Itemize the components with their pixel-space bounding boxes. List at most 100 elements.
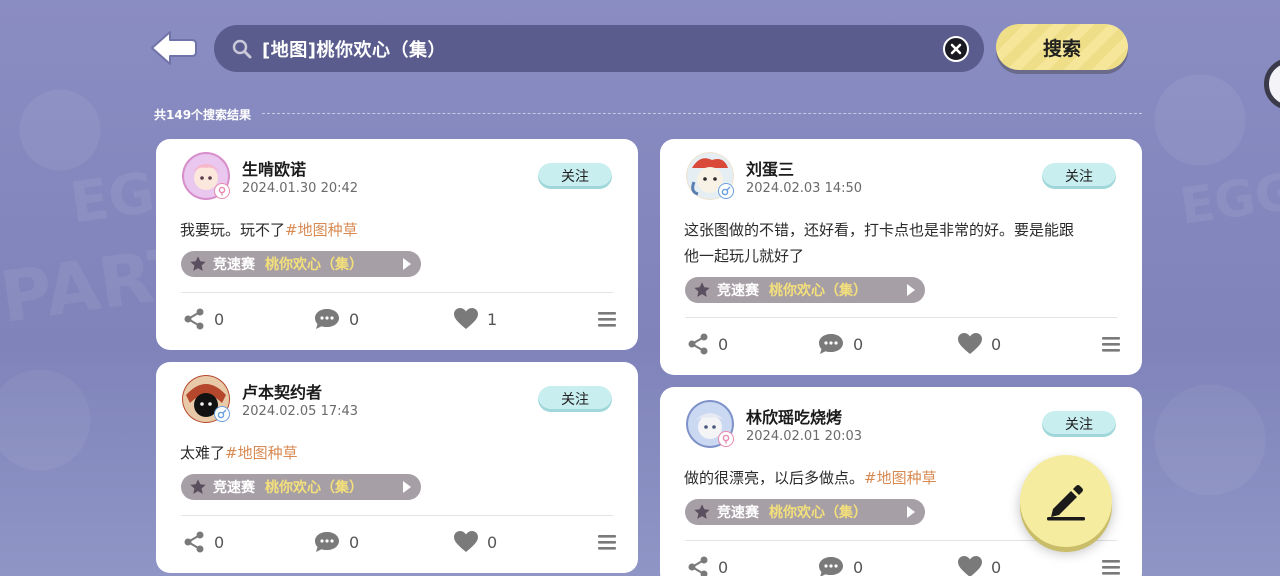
share-icon: [184, 308, 204, 330]
map-name: 桃你欢心（集）: [769, 283, 867, 299]
heart-icon: [958, 556, 982, 576]
share-button[interactable]: 0: [182, 530, 224, 554]
like-count: 0: [991, 334, 1002, 354]
like-button[interactable]: 0: [957, 332, 1001, 356]
share-button[interactable]: 0: [182, 307, 224, 331]
comment-count: 0: [349, 309, 360, 329]
star-icon: [190, 256, 206, 271]
menu-icon[interactable]: [1102, 337, 1120, 352]
post-card[interactable]: 生啃欧诺 2024.01.30 20:42 关注 我要玩。玩不了#地图种草 竞速…: [156, 139, 638, 350]
share-button[interactable]: 0: [686, 555, 728, 576]
gender-male-icon: [718, 183, 734, 199]
post-card[interactable]: 卢本契约者 2024.02.05 17:43 关注 太难了#地图种草 竞速赛 桃…: [156, 362, 638, 573]
post-time: 2024.02.05 17:43: [242, 404, 359, 419]
clear-search-button[interactable]: [943, 36, 969, 62]
like-button[interactable]: 0: [453, 530, 497, 554]
share-count: 0: [214, 309, 225, 329]
play-icon: [907, 284, 915, 296]
post-content: 太难了#地图种草: [180, 440, 620, 466]
map-mode: 竞速赛: [213, 257, 255, 273]
menu-icon[interactable]: [598, 312, 616, 327]
username[interactable]: 卢本契约者: [242, 379, 322, 403]
post-text: 这张图做的不错，还好看，打卡点也是非常的好。要是能跟: [684, 221, 1075, 239]
post-text: 太难了: [180, 444, 226, 462]
like-button[interactable]: 0: [957, 555, 1001, 576]
comment-count: 0: [853, 334, 864, 354]
menu-icon[interactable]: [1102, 560, 1120, 575]
comment-button[interactable]: 0: [313, 530, 359, 554]
map-link[interactable]: 竞速赛 桃你欢心（集）: [181, 251, 421, 277]
card-divider: [181, 292, 613, 293]
follow-button[interactable]: 关注: [538, 163, 612, 189]
heart-icon: [958, 333, 982, 354]
like-count: 0: [991, 557, 1002, 576]
comment-icon: [315, 309, 339, 329]
star-icon: [190, 479, 206, 494]
comment-icon: [819, 557, 843, 576]
comment-button[interactable]: 0: [313, 307, 359, 331]
map-name: 桃你欢心（集）: [265, 257, 363, 273]
clear-icon: [950, 43, 962, 55]
username[interactable]: 刘蛋三: [746, 156, 794, 180]
play-icon: [403, 481, 411, 493]
search-button[interactable]: 搜索: [996, 24, 1128, 70]
post-content: 这张图做的不错，还好看，打卡点也是非常的好。要是能跟 他一起玩儿就好了: [684, 217, 1124, 269]
menu-icon[interactable]: [598, 535, 616, 550]
comment-icon: [819, 334, 843, 354]
map-name: 桃你欢心（集）: [265, 480, 363, 496]
search-icon: [232, 39, 252, 59]
username[interactable]: 生啃欧诺: [242, 156, 306, 180]
play-icon: [907, 506, 915, 518]
map-link[interactable]: 竞速赛 桃你欢心（集）: [685, 499, 925, 525]
share-icon: [688, 556, 708, 576]
comment-count: 0: [853, 557, 864, 576]
heart-icon: [454, 531, 478, 552]
map-link[interactable]: 竞速赛 桃你欢心（集）: [685, 277, 925, 303]
follow-button[interactable]: 关注: [1042, 163, 1116, 189]
card-divider: [685, 317, 1117, 318]
edit-pencil-icon: [1047, 485, 1085, 521]
comment-icon: [315, 532, 339, 552]
map-link[interactable]: 竞速赛 桃你欢心（集）: [181, 474, 421, 500]
post-text: 做的很漂亮，以后多做点。: [684, 469, 865, 487]
card-divider: [181, 515, 613, 516]
like-count: 0: [487, 532, 498, 552]
post-time: 2024.01.30 20:42: [242, 181, 359, 196]
comment-count: 0: [349, 532, 360, 552]
map-mode: 竞速赛: [213, 480, 255, 496]
gender-female-icon: [214, 183, 230, 199]
star-icon: [694, 504, 710, 519]
follow-button[interactable]: 关注: [1042, 411, 1116, 437]
comment-button[interactable]: 0: [817, 332, 863, 356]
share-count: 0: [718, 557, 729, 576]
share-count: 0: [214, 532, 225, 552]
search-bar[interactable]: [地图]桃你欢心（集）: [214, 25, 984, 72]
heart-icon: [454, 308, 478, 329]
like-count: 1: [487, 309, 498, 329]
hashtag-link[interactable]: #地图种草: [864, 469, 937, 487]
post-card[interactable]: 刘蛋三 2024.02.03 14:50 关注 这张图做的不错，还好看，打卡点也…: [660, 139, 1142, 375]
post-text-line2: 他一起玩儿就好了: [684, 247, 805, 265]
result-count: 共149个搜索结果: [154, 108, 252, 122]
compose-post-button[interactable]: [1020, 455, 1112, 547]
hashtag-link[interactable]: #地图种草: [225, 444, 298, 462]
username[interactable]: 林欣瑶吃烧烤: [746, 404, 842, 428]
like-button[interactable]: 1: [453, 307, 497, 331]
play-icon: [403, 258, 411, 270]
gender-male-icon: [214, 406, 230, 422]
share-icon: [688, 333, 708, 355]
follow-button[interactable]: 关注: [538, 386, 612, 412]
share-count: 0: [718, 334, 729, 354]
gender-female-icon: [718, 431, 734, 447]
post-time: 2024.02.03 14:50: [746, 181, 863, 196]
post-text: 我要玩。玩不了: [180, 221, 286, 239]
share-button[interactable]: 0: [686, 332, 728, 356]
share-icon: [184, 531, 204, 553]
hashtag-link[interactable]: #地图种草: [285, 221, 358, 239]
back-arrow-icon: [151, 31, 197, 65]
post-content: 我要玩。玩不了#地图种草: [180, 217, 620, 243]
post-time: 2024.02.01 20:03: [746, 429, 863, 444]
comment-button[interactable]: 0: [817, 555, 863, 576]
search-input[interactable]: [地图]桃你欢心（集）: [262, 36, 446, 62]
back-button[interactable]: [148, 28, 198, 68]
